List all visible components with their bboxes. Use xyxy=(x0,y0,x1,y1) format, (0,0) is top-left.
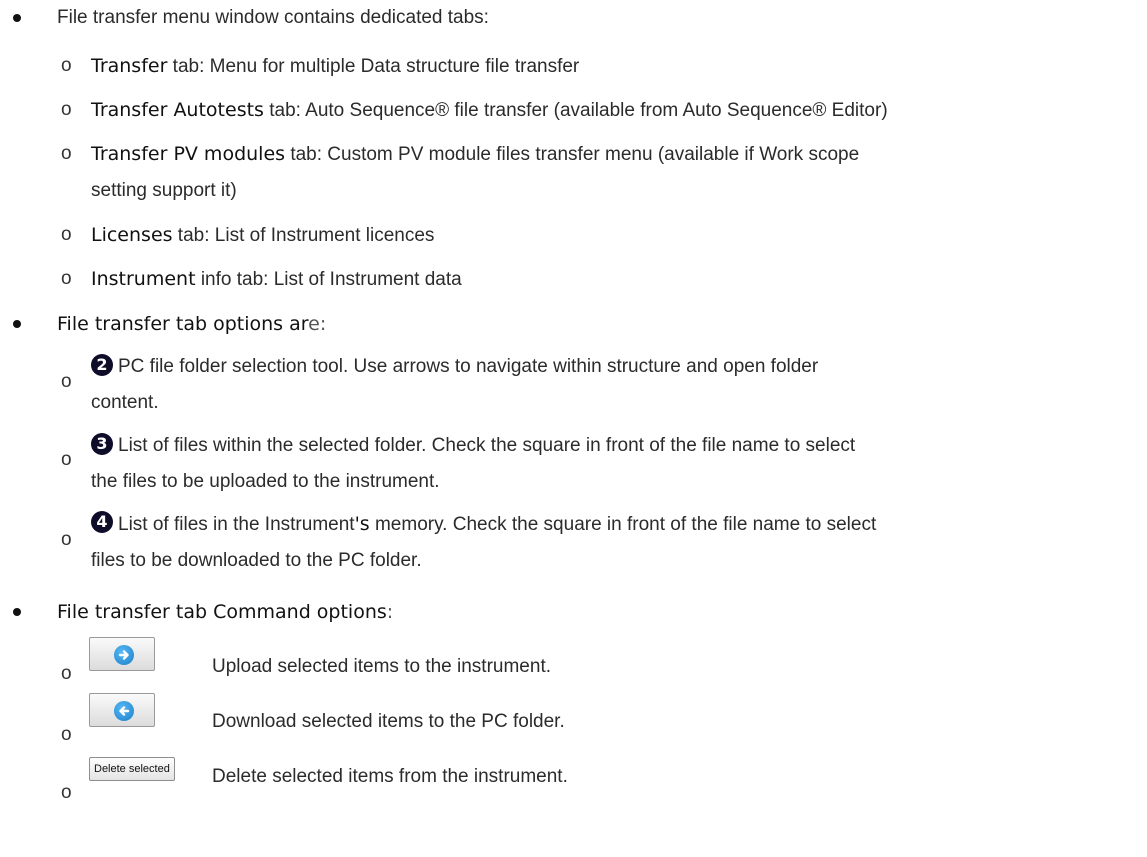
option-folder-files: List of files within the selected folder… xyxy=(118,435,856,456)
tab-item-transfer-pv-modules-cont: setting support it) xyxy=(91,180,237,201)
option-folder-selection: PC file folder selection tool. Use arrow… xyxy=(118,356,819,377)
sub-marker: o xyxy=(61,224,72,245)
option-folder-files-cont: the files to be uploaded to the instrume… xyxy=(91,471,440,492)
bullet xyxy=(13,320,21,328)
sub-marker: o xyxy=(61,529,72,550)
number-3-icon: 3 xyxy=(91,433,113,455)
tabs-intro-heading: File transfer menu window contains dedic… xyxy=(57,7,489,28)
number-4-icon: 4 xyxy=(91,511,113,533)
sub-marker: o xyxy=(61,99,72,120)
option-folder-selection-cont: content. xyxy=(91,392,159,413)
sub-marker: o xyxy=(61,724,72,745)
commands-heading: File transfer tab Command options: xyxy=(57,601,394,623)
option-instrument-files: List of files in the Instrument's memory… xyxy=(118,513,877,535)
download-button[interactable] xyxy=(89,693,155,727)
bullet xyxy=(13,14,21,22)
sub-marker: o xyxy=(61,268,72,289)
delete-selected-button[interactable]: Delete selected xyxy=(89,757,175,781)
sub-marker: o xyxy=(61,449,72,470)
sub-marker: o xyxy=(61,55,72,76)
upload-button[interactable] xyxy=(89,637,155,671)
sub-marker: o xyxy=(61,371,72,392)
tab-options-heading: File transfer tab options are: xyxy=(57,313,327,335)
command-download-text: Download selected items to the PC folder… xyxy=(212,711,565,732)
command-delete-text: Delete selected items from the instrumen… xyxy=(212,766,568,787)
number-2-icon: 2 xyxy=(91,354,113,376)
bullet xyxy=(13,608,21,616)
arrow-right-icon xyxy=(114,645,134,665)
tab-item-transfer: Transfer tab: Menu for multiple Data str… xyxy=(91,55,580,77)
arrow-left-icon xyxy=(114,701,134,721)
sub-marker: o xyxy=(61,663,72,684)
tab-item-licenses: Licenses tab: List of Instrument licence… xyxy=(91,224,435,246)
sub-marker: o xyxy=(61,143,72,164)
tab-item-transfer-autotests: Transfer Autotests tab: Auto Sequence® f… xyxy=(91,99,888,121)
tab-item-instrument-info: Instrument info tab: List of Instrument … xyxy=(91,268,462,290)
option-instrument-files-cont: files to be downloaded to the PC folder. xyxy=(91,550,422,571)
sub-marker: o xyxy=(61,782,72,803)
command-upload-text: Upload selected items to the instrument. xyxy=(212,656,552,677)
tab-item-transfer-pv-modules: Transfer PV modules tab: Custom PV modul… xyxy=(91,143,860,165)
